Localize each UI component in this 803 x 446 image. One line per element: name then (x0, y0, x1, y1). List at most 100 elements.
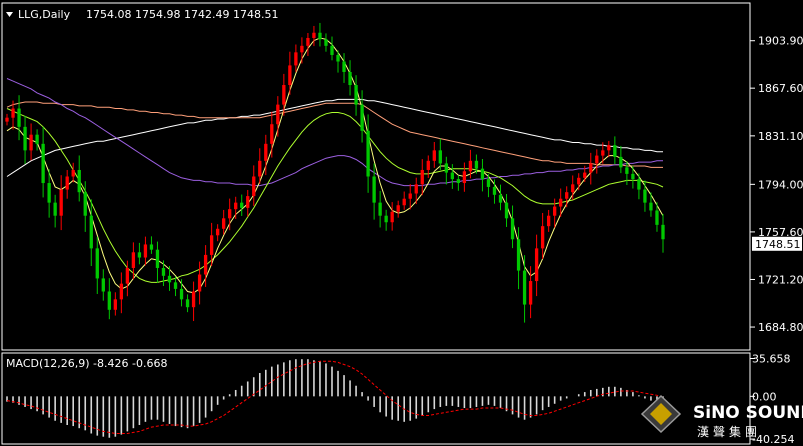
candle-body (65, 176, 69, 190)
candle-body (366, 130, 370, 177)
ma-salmon-line (6, 101, 663, 168)
candle-body (360, 104, 364, 131)
candle-body (300, 45, 304, 53)
candle-body (649, 202, 653, 211)
candle-body (456, 179, 461, 184)
candle-body (589, 163, 593, 173)
candle-body (390, 211, 394, 223)
candle-body (83, 192, 87, 216)
candle-body (420, 169, 424, 185)
candle-body (240, 202, 244, 208)
candle-body (372, 176, 376, 203)
candle-body (438, 150, 442, 164)
candles (5, 22, 665, 323)
candle-body (197, 274, 202, 292)
candle-body (528, 281, 533, 305)
candle-body (258, 160, 262, 177)
candle-body (601, 150, 605, 156)
candle-body (348, 71, 352, 86)
price-tick-label: 1903.90 (758, 35, 803, 48)
price-tick-label: 1831.10 (758, 130, 803, 143)
macd-tick-label: 35.658 (752, 352, 791, 365)
candle-body (516, 239, 521, 271)
candle-body (119, 283, 124, 300)
candle-body (59, 189, 63, 216)
candle-body (89, 215, 93, 249)
candle-body (468, 160, 473, 172)
candle-body (77, 169, 81, 193)
candle-body (522, 270, 527, 305)
candle-body (29, 134, 33, 151)
candle-body (191, 291, 196, 308)
candle-body (41, 143, 45, 184)
price-axis: 1903.901867.601831.101794.001757.601721.… (750, 35, 803, 334)
candle-body (565, 192, 569, 199)
candle-body (625, 167, 629, 174)
candle-body (571, 184, 575, 193)
candle-body (173, 282, 178, 289)
candle-body (474, 160, 479, 169)
candle-body (11, 108, 15, 118)
candle-body (155, 249, 160, 268)
macd-label: MACD(12,26,9) -8.426 -0.668 (6, 357, 167, 370)
candle-body (534, 248, 539, 282)
candle-body (498, 194, 503, 203)
candle-body (462, 171, 467, 184)
candle-body (655, 210, 659, 225)
ma-yellow-line (6, 37, 664, 294)
candle-body (607, 145, 611, 151)
candle-body (432, 150, 436, 161)
candle-body (125, 267, 130, 284)
candle-body (384, 215, 388, 223)
candle-body (101, 278, 105, 292)
candle-body (234, 202, 238, 210)
candle-body (215, 228, 220, 236)
candle-body (637, 179, 641, 190)
candle-body (276, 104, 280, 125)
candle-body (95, 248, 99, 279)
candle-body (288, 65, 292, 86)
candle-body (553, 206, 557, 216)
candle-body (324, 39, 328, 46)
candle-body (595, 155, 599, 164)
candle-body (444, 163, 448, 173)
candle-body (426, 160, 430, 170)
logo-text-en: SiNO SOUND (693, 403, 803, 423)
candle-body (71, 169, 75, 177)
candle-body (252, 176, 256, 197)
candle-body (143, 244, 148, 258)
ohlc-values: 1754.08 1754.98 1742.49 1748.51 (86, 8, 278, 21)
candle-body (294, 52, 298, 66)
macd-tick-label: 0.00 (752, 390, 777, 403)
candle-body (179, 288, 184, 300)
candle-body (643, 189, 647, 203)
candle-body (330, 45, 334, 55)
candle-body (414, 184, 418, 194)
candle-body (47, 183, 51, 203)
candle-body (137, 252, 142, 258)
candle-body (318, 32, 322, 40)
candle-body (203, 254, 208, 275)
chart-canvas: 1903.901867.601831.101794.001757.601721.… (1, 2, 803, 446)
candle-body (161, 267, 166, 276)
candle-body (577, 177, 581, 185)
candle-body (306, 37, 310, 46)
price-tick-label: 1794.00 (758, 178, 803, 191)
candle-body (342, 61, 346, 72)
candle-body (185, 299, 190, 308)
current-price-label: 1748.51 (755, 238, 801, 251)
candle-body (131, 252, 136, 268)
price-tick-label: 1867.60 (758, 82, 803, 95)
candle-body (246, 196, 250, 208)
candle-body (17, 108, 21, 127)
candle-body (53, 202, 57, 216)
candle-body (559, 198, 563, 207)
macd-signal (6, 360, 664, 434)
candle-body (583, 172, 587, 178)
logo-text-cn: 漢聲集團 (697, 424, 761, 439)
dropdown-arrow-icon[interactable] (6, 12, 13, 17)
candle-body (450, 172, 455, 180)
ma-purple-line (6, 78, 663, 187)
candle-body (23, 126, 27, 151)
candle-body (546, 215, 551, 227)
